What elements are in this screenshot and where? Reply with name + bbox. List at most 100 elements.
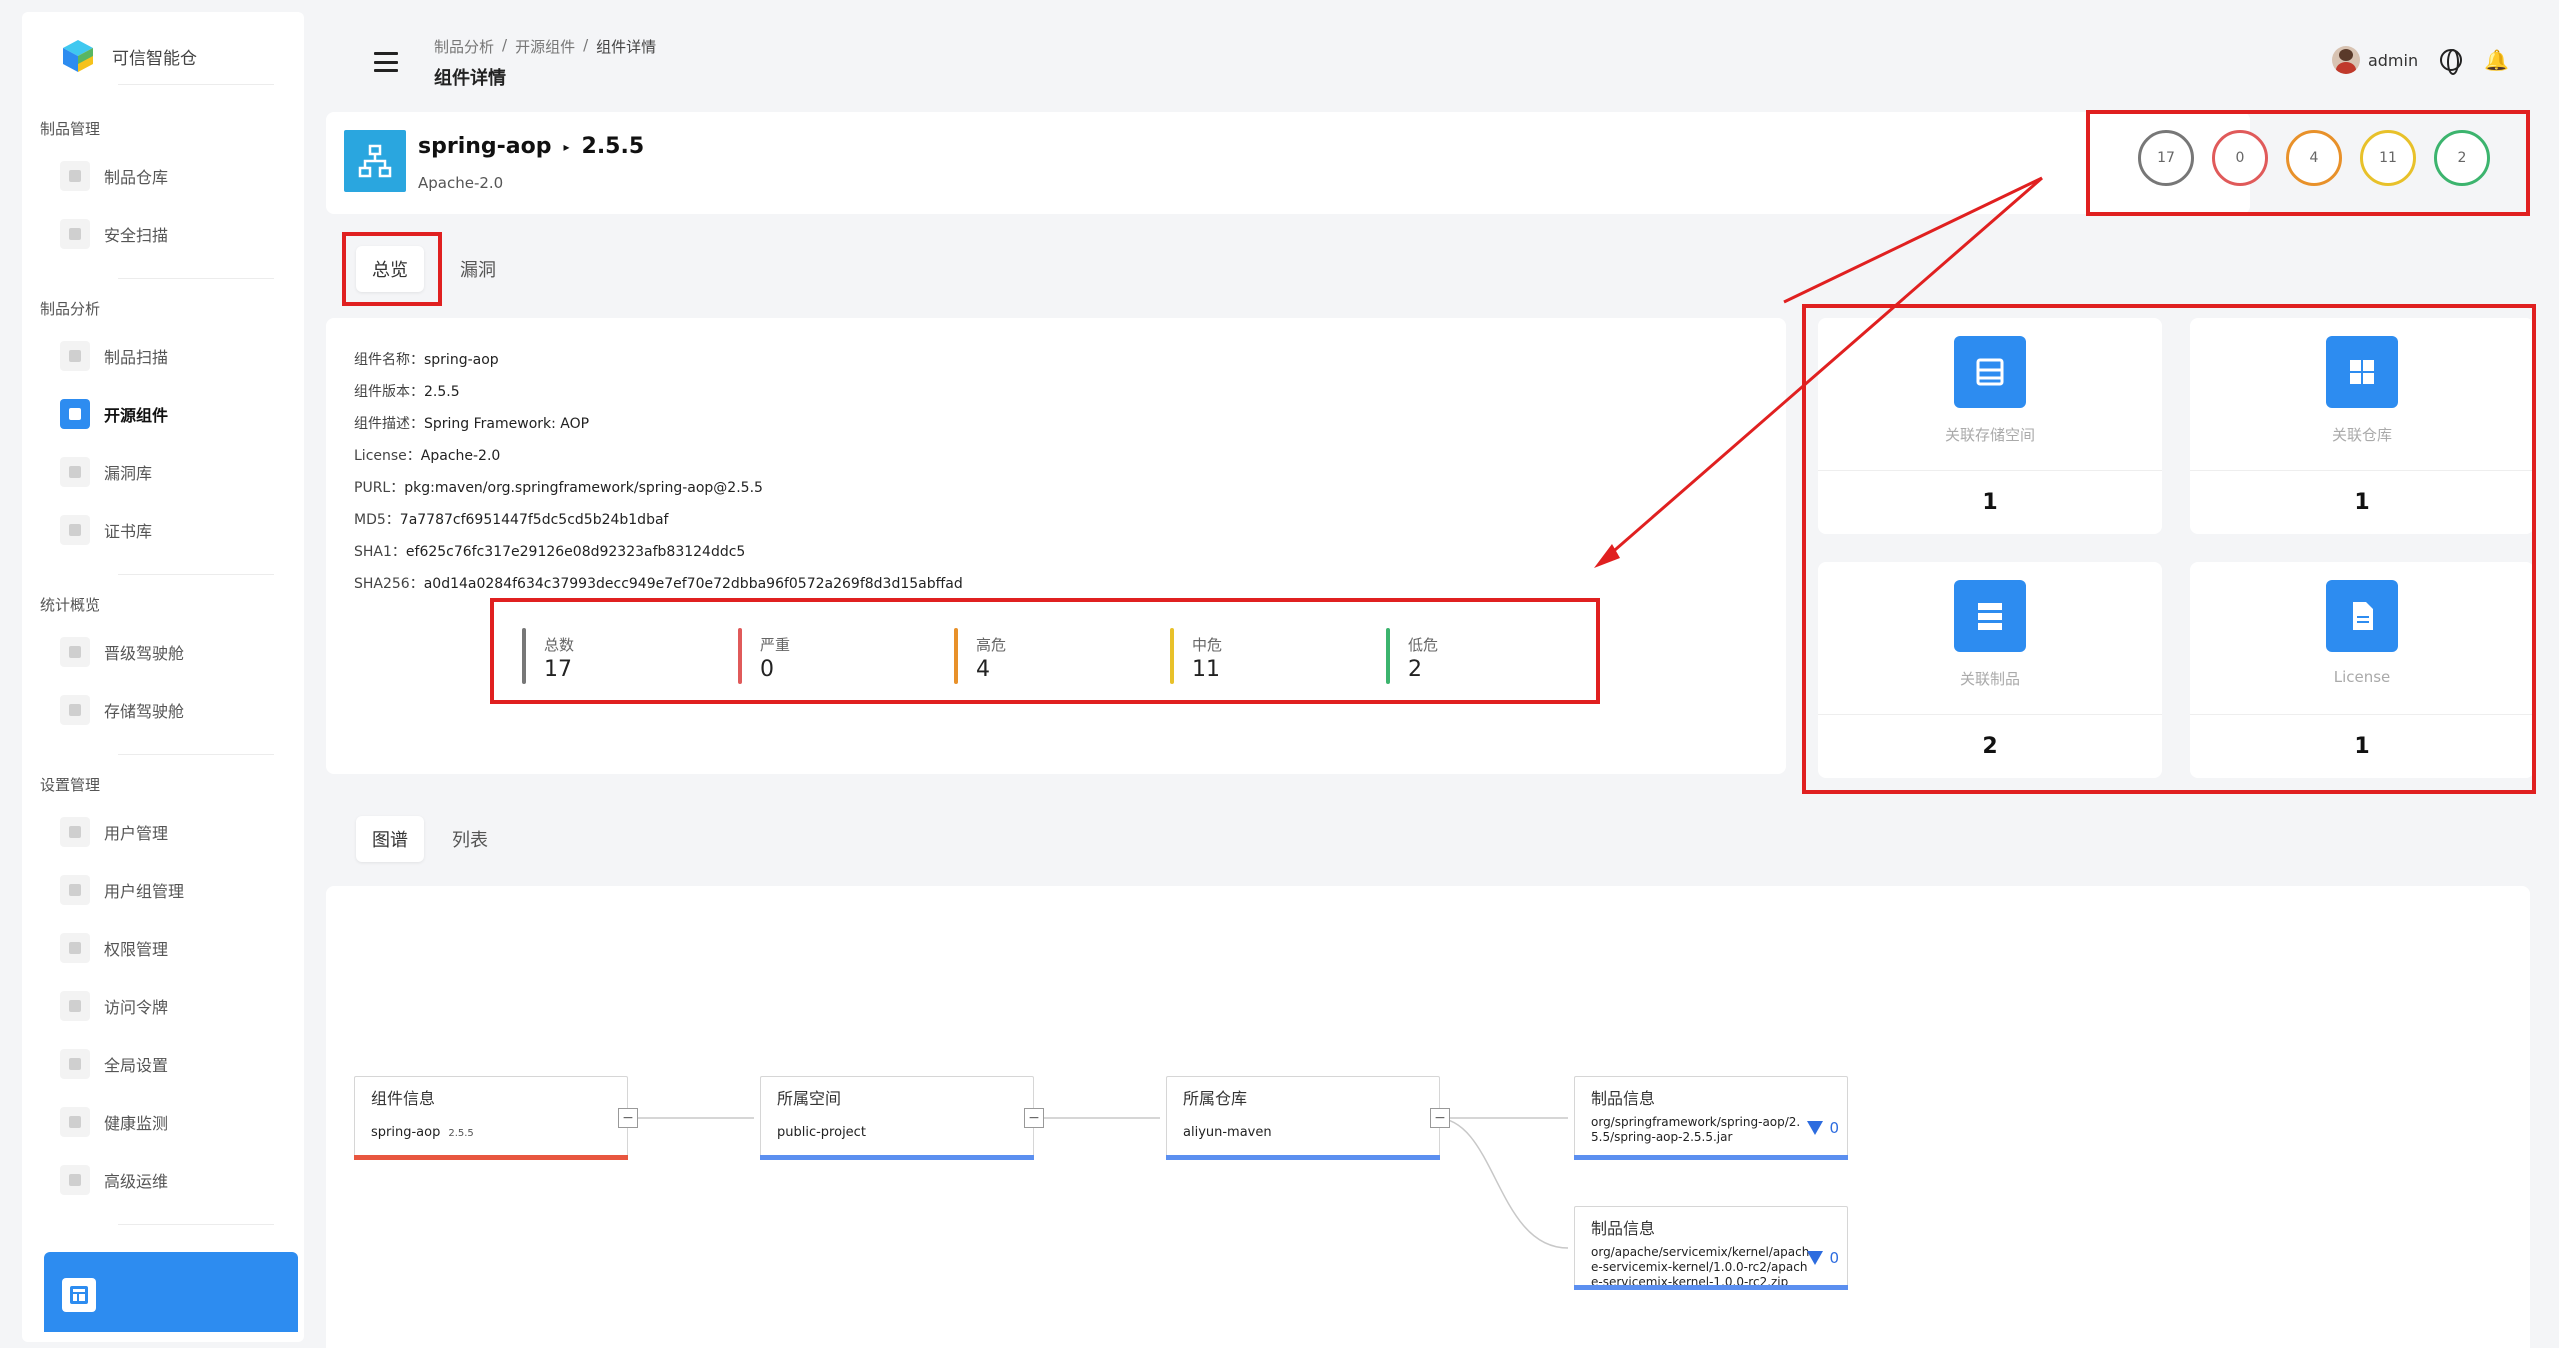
node-value-text: public-project (777, 1125, 866, 1140)
sidebar-item[interactable]: 用户组管理 (60, 868, 290, 912)
graph-node[interactable]: 所属空间 public-project (760, 1076, 1034, 1160)
info-row: SHA1： ef625c76fc317e29126e08d92323afb8312… (354, 536, 963, 568)
permission-icon (60, 933, 90, 963)
sidebar-item-label: 高级运维 (104, 1172, 169, 1191)
annotation-box (342, 232, 442, 306)
collapse-toggle[interactable]: − (1430, 1108, 1450, 1128)
sidebar-item[interactable]: 存储驾驶舱 (60, 688, 290, 732)
info-value: a0d14a0284f634c37993decc949e7ef70e72dbba… (423, 576, 963, 592)
wrench-icon (60, 1049, 90, 1079)
info-value: Apache-2.0 (420, 448, 501, 464)
node-sub-value: 2.5.5 (448, 1128, 474, 1139)
graph-edge (1435, 1117, 1569, 1249)
user-icon (60, 817, 90, 847)
info-key: PURL： (354, 480, 405, 496)
sidebar-item[interactable]: 访问令牌 (60, 984, 290, 1028)
sidebar-item[interactable]: 健康监测 (60, 1100, 290, 1144)
node-count-value: 0 (1829, 1249, 1839, 1267)
sidebar-item-label: 用户管理 (104, 824, 169, 843)
sidebar-item-label: 漏洞库 (104, 464, 153, 483)
info-value: spring-aop (424, 352, 499, 368)
component-title: spring-aop ▸ 2.5.5 (418, 134, 644, 159)
info-value: Spring Framework: AOP (424, 416, 590, 432)
info-value: pkg:maven/org.springframework/spring-aop… (404, 480, 763, 496)
info-value: 7a7787cf6951447f5dc5cd5b24b1dbaf (399, 512, 669, 528)
info-row: 组件描述： Spring Framework: AOP (354, 408, 963, 440)
info-row: License： Apache-2.0 (354, 440, 963, 472)
node-title: 所属空间 (777, 1089, 842, 1108)
sidebar-item[interactable]: 全局设置 (60, 1042, 290, 1086)
sidebar-item[interactable]: 开源组件 (60, 392, 290, 436)
sidebar-group-title: 制品管理 (40, 120, 101, 138)
ops-icon (60, 1165, 90, 1195)
info-key: SHA1： (354, 544, 406, 560)
node-count[interactable]: 0 (1807, 1249, 1839, 1267)
page-title: 组件详情 (434, 68, 506, 89)
graph-node[interactable]: 所属仓库 aliyun-maven (1166, 1076, 1440, 1160)
node-count-value: 0 (1829, 1119, 1839, 1137)
sidebar-item[interactable]: 高级运维 (60, 1158, 290, 1202)
avatar[interactable] (2331, 46, 2360, 74)
globe-icon[interactable] (2440, 49, 2463, 75)
sidebar-item[interactable]: 证书库 (60, 508, 290, 552)
bell-icon[interactable]: 🔔 (2484, 48, 2509, 72)
bug-icon (60, 457, 90, 487)
sidebar-item-label: 全局设置 (104, 1056, 169, 1075)
graph-node[interactable]: 制品信息 org/springframework/spring-aop/2.5.5… (1574, 1076, 1848, 1160)
sidebar-item[interactable]: 安全扫描 (60, 212, 290, 256)
sidebar-bottom-panel[interactable] (44, 1252, 298, 1332)
sidebar-item-label: 权限管理 (104, 940, 169, 959)
caret-right-icon: ▸ (563, 139, 570, 154)
graph-node[interactable]: 组件信息 spring-aop 2.5.5 (354, 1076, 628, 1160)
info-key: 组件版本： (354, 384, 424, 400)
info-key: MD5： (354, 512, 400, 528)
annotation-box (2086, 110, 2530, 216)
info-key: License： (354, 448, 421, 464)
sidebar-item-label: 证书库 (104, 522, 153, 541)
grid-icon (60, 161, 90, 191)
sidebar-item[interactable]: 晋级驾驶舱 (60, 630, 290, 674)
brand[interactable]: 可信智能仓 (60, 26, 197, 86)
sidebar-item-label: 安全扫描 (104, 226, 169, 245)
sidebar-group-title: 统计概览 (40, 596, 101, 614)
breadcrumb-item[interactable]: 制品分析 (434, 36, 494, 57)
sidebar-item[interactable]: 制品扫描 (60, 334, 290, 378)
node-value-text: spring-aop (371, 1125, 441, 1140)
node-value: spring-aop 2.5.5 (371, 1125, 474, 1140)
sidebar-item[interactable]: 漏洞库 (60, 450, 290, 494)
sidebar-item-label: 晋级驾驶舱 (104, 644, 185, 663)
info-row: PURL： pkg:maven/org.springframework/sprin… (354, 472, 963, 504)
sidebar-item-label: 访问令牌 (104, 998, 169, 1017)
info-key: 组件描述： (354, 416, 424, 432)
tab-graph[interactable]: 图谱 (356, 816, 424, 862)
brand-logo-icon (63, 40, 93, 72)
sidebar-item[interactable]: 用户管理 (60, 810, 290, 854)
tab-vulnerabilities[interactable]: 漏洞 (444, 246, 512, 292)
graph-node[interactable]: 制品信息 org/apache/servicemix/kernel/apache-… (1574, 1206, 1848, 1290)
storage-icon (60, 695, 90, 725)
doc-icon (60, 341, 90, 371)
sidebar-item[interactable]: 制品仓库 (60, 154, 290, 198)
info-row: 组件版本： 2.5.5 (354, 376, 963, 408)
sidebar-item-label: 制品仓库 (104, 168, 169, 187)
node-count[interactable]: 0 (1807, 1119, 1839, 1137)
annotation-box (490, 598, 1600, 704)
breadcrumb-item[interactable]: 开源组件 (515, 36, 575, 57)
brand-name: 可信智能仓 (112, 48, 197, 69)
node-value: public-project (777, 1125, 866, 1140)
collapse-toggle[interactable]: − (1024, 1108, 1044, 1128)
sidebar-item[interactable]: 权限管理 (60, 926, 290, 970)
info-key: SHA256： (354, 576, 424, 592)
node-value-text: aliyun-maven (1183, 1125, 1272, 1140)
menu-toggle-icon[interactable] (374, 52, 398, 72)
relationship-graph: 组件信息 spring-aop 2.5.5− 所属空间 public-project − 所… (326, 886, 2530, 1348)
tab-list[interactable]: 列表 (436, 816, 504, 862)
component-icon (60, 399, 90, 429)
user-name[interactable]: admin (2368, 51, 2418, 70)
info-value: 2.5.5 (424, 384, 460, 400)
promotion-icon (60, 637, 90, 667)
collapse-toggle[interactable]: − (618, 1108, 638, 1128)
sidebar-group-title: 制品分析 (40, 300, 101, 318)
info-list: 组件名称： spring-aop 组件版本： 2.5.5 组件描述： Spring Fra… (354, 344, 963, 600)
breadcrumb: 制品分析 / 开源组件 / 组件详情 (434, 36, 657, 57)
